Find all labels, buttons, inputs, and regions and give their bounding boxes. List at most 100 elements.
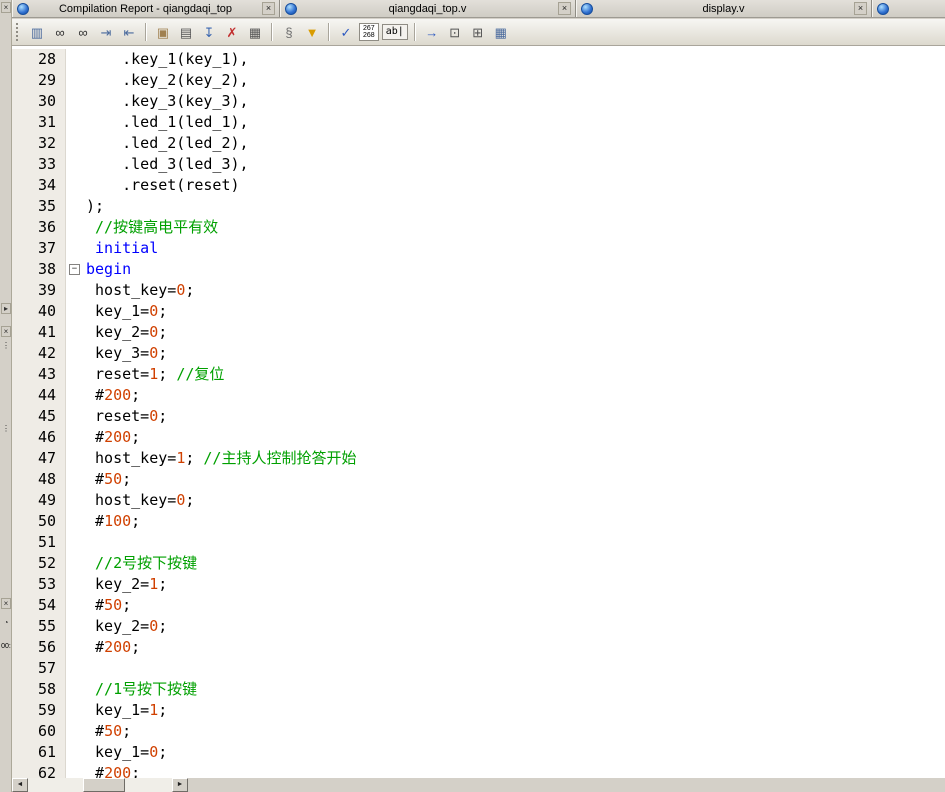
fold-margin — [66, 574, 86, 595]
close-panel-icon[interactable]: × — [1, 326, 11, 337]
document-icon — [581, 3, 593, 15]
code-line[interactable]: 28 .key_1(key_1), — [12, 49, 945, 70]
code-line[interactable]: 43 reset=1; //复位 — [12, 364, 945, 385]
code-line[interactable]: 42 key_3=0; — [12, 343, 945, 364]
code-line[interactable]: 57 — [12, 658, 945, 679]
app-window: ×▸×⋮⋮×◔00: Compilation Report - qiangdaq… — [0, 0, 945, 792]
close-dock-icon[interactable]: × — [1, 2, 11, 13]
insert-template-icon[interactable]: ↧ — [199, 22, 219, 42]
outdent-icon[interactable]: ⇤ — [119, 22, 139, 42]
code-line[interactable]: 37 initial — [12, 238, 945, 259]
code-line[interactable]: 39 host_key=0; — [12, 280, 945, 301]
line-number: 56 — [12, 637, 66, 658]
code-line[interactable]: 44 #200; — [12, 385, 945, 406]
left-dock-strip: ×▸×⋮⋮×◔00: — [0, 0, 12, 792]
close-panel-icon[interactable]: × — [1, 598, 11, 609]
code-line[interactable]: 41 key_2=0; — [12, 322, 945, 343]
code-line[interactable]: 60 #50; — [12, 721, 945, 742]
ab-button[interactable]: ab| — [382, 24, 408, 40]
code-line[interactable]: 62 #200; — [12, 763, 945, 778]
code-line[interactable]: 54 #50; — [12, 595, 945, 616]
fold-margin — [66, 343, 86, 364]
code-line[interactable]: 61 key_1=0; — [12, 742, 945, 763]
paperclip-icon[interactable]: § — [279, 22, 299, 42]
paste-icon[interactable]: ▣ — [153, 22, 173, 42]
tab-display[interactable]: display.v × — [576, 0, 872, 17]
code-text: //1号按下按键 — [86, 679, 945, 700]
code-line[interactable]: 30 .key_3(key_3), — [12, 91, 945, 112]
horizontal-scrollbar[interactable]: ◄ ► — [12, 778, 188, 792]
code-line[interactable]: 49 host_key=0; — [12, 490, 945, 511]
code-line[interactable]: 34 .reset(reset) — [12, 175, 945, 196]
fold-margin — [66, 91, 86, 112]
fold-margin — [66, 49, 86, 70]
fold-margin — [66, 700, 86, 721]
delete-icon[interactable]: ✗ — [222, 22, 242, 42]
clock-icon[interactable]: ◔ — [1, 618, 11, 629]
fold-margin — [66, 70, 86, 91]
fold-collapse-icon[interactable]: − — [69, 264, 80, 275]
document-tabbar: Compilation Report - qiangdaqi_top × qia… — [12, 0, 945, 18]
indent-icon[interactable]: ⇥ — [96, 22, 116, 42]
code-line[interactable]: 58 //1号按下按键 — [12, 679, 945, 700]
fold-margin — [66, 112, 86, 133]
code-line[interactable]: 55 key_2=0; — [12, 616, 945, 637]
find-replace-icon[interactable]: ∞ — [73, 22, 93, 42]
code-line[interactable]: 45 reset=0; — [12, 406, 945, 427]
code-line[interactable]: 52 //2号按下按键 — [12, 553, 945, 574]
code-line[interactable]: 51 — [12, 532, 945, 553]
code-line[interactable]: 50 #100; — [12, 511, 945, 532]
copy-icon[interactable]: ▤ — [176, 22, 196, 42]
code-text: key_2=1; — [86, 574, 945, 595]
tab-qiangdaqi-top[interactable]: qiangdaqi_top.v × — [280, 0, 576, 17]
dock-grip[interactable]: ⋮ — [1, 341, 11, 352]
find-in-files-icon[interactable]: ▦ — [245, 22, 265, 42]
code-line[interactable]: 48 #50; — [12, 469, 945, 490]
window-icon-1[interactable]: ⊡ — [445, 22, 465, 42]
filter-icon[interactable]: ▼ — [302, 22, 322, 42]
close-tab-icon[interactable]: × — [854, 2, 867, 15]
goto-icon[interactable]: → — [422, 22, 442, 42]
tab-title: qiangdaqi_top.v — [301, 3, 554, 15]
find-in-document-icon[interactable]: ▥ — [27, 22, 47, 42]
scrollbar-thumb[interactable] — [83, 778, 125, 792]
scroll-left-icon[interactable]: ◄ — [12, 778, 28, 792]
code-line[interactable]: 38−begin — [12, 259, 945, 280]
code-line[interactable]: 47 host_key=1; //主持人控制抢答开始 — [12, 448, 945, 469]
code-line[interactable]: 40 key_1=0; — [12, 301, 945, 322]
code-text: host_key=0; — [86, 490, 945, 511]
scroll-right-icon[interactable]: ► — [172, 778, 188, 792]
code-line[interactable]: 59 key_1=1; — [12, 700, 945, 721]
close-tab-icon[interactable]: × — [262, 2, 275, 15]
code-line[interactable]: 29 .key_2(key_2), — [12, 70, 945, 91]
syntax-check-icon[interactable]: ✓ — [336, 22, 356, 42]
code-line[interactable]: 33 .led_3(led_3), — [12, 154, 945, 175]
code-line[interactable]: 35); — [12, 196, 945, 217]
dock-grip[interactable]: ⋮ — [1, 424, 11, 435]
code-line[interactable]: 46 #200; — [12, 427, 945, 448]
code-line[interactable]: 56 #200; — [12, 637, 945, 658]
line-counter: 267268 — [359, 23, 379, 41]
code-line[interactable]: 32 .led_2(led_2), — [12, 133, 945, 154]
line-number: 50 — [12, 511, 66, 532]
line-number: 59 — [12, 700, 66, 721]
fold-margin — [66, 280, 86, 301]
code-line[interactable]: 53 key_2=1; — [12, 574, 945, 595]
code-text: key_1=0; — [86, 742, 945, 763]
line-number: 30 — [12, 91, 66, 112]
window-icon-2[interactable]: ⊞ — [468, 22, 488, 42]
line-number: 60 — [12, 721, 66, 742]
expand-panel-icon[interactable]: ▸ — [1, 303, 11, 314]
fold-toggle-icon[interactable]: − — [66, 259, 86, 280]
code-line[interactable]: 31 .led_1(led_1), — [12, 112, 945, 133]
scrollbar-track[interactable] — [28, 778, 172, 792]
line-number: 45 — [12, 406, 66, 427]
window-icon-3[interactable]: ▦ — [491, 22, 511, 42]
close-tab-icon[interactable]: × — [558, 2, 571, 15]
tab-compilation-report[interactable]: Compilation Report - qiangdaqi_top × — [12, 0, 280, 17]
toolbar-grip[interactable] — [16, 23, 20, 41]
code-line[interactable]: 36 //按键高电平有效 — [12, 217, 945, 238]
find-icon[interactable]: ∞ — [50, 22, 70, 42]
tab-partial[interactable] — [872, 0, 945, 17]
line-number: 48 — [12, 469, 66, 490]
